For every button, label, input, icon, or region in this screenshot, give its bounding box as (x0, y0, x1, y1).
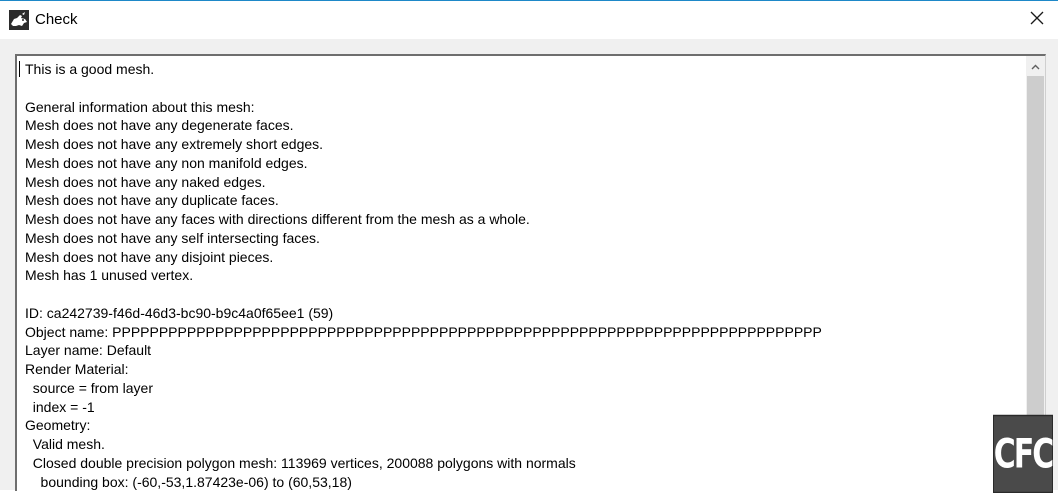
report-text: This is a good mesh. General information … (25, 60, 1015, 491)
report-line: Mesh does not have any extremely short e… (25, 136, 324, 152)
chevron-up-icon (1031, 57, 1040, 75)
report-line (25, 79, 1015, 98)
report-line: Mesh does not have any self intersecting… (25, 229, 320, 246)
cfc-watermark-logo: CFC (993, 414, 1054, 493)
report-line: Geometry: (25, 417, 91, 434)
report-line: index = -1 (25, 398, 95, 415)
report-line: This is a good mesh. (25, 61, 155, 77)
report-line: Mesh has 1 unused vertex. (25, 267, 194, 284)
report-line: Mesh does not have any naked edges. (25, 173, 266, 190)
report-line: Object name: PPPPPPPPPPPPPPPPPPPPPPPPPPP… (25, 323, 822, 340)
report-line: ID: ca242739-f46d-46d3-bc90-b9c4a0f65ee1… (25, 304, 334, 321)
report-line: Closed double precision polygon mesh: 11… (25, 454, 576, 471)
report-line: bounding box: (-60,-53,1.87423e-06) to (… (25, 473, 352, 490)
report-line: Valid mesh. (25, 436, 105, 452)
report-line: Mesh does not have any faces with direct… (25, 211, 530, 227)
window-title: Check (35, 11, 78, 28)
close-button[interactable] (1024, 7, 1050, 33)
report-line: General information about this mesh: (25, 98, 255, 115)
report-line: Mesh does not have any non manifold edge… (25, 154, 308, 171)
report-line: Mesh does not have any duplicate faces. (25, 192, 279, 209)
title-bar[interactable]: Check (0, 1, 1058, 39)
report-textbox[interactable]: This is a good mesh. General information … (15, 54, 1046, 491)
rhino-icon (9, 10, 29, 30)
report-line: Mesh does not have any degenerate faces. (25, 117, 294, 134)
check-dialog: Check This is a good mesh. General inform… (0, 0, 1058, 493)
text-caret (19, 61, 20, 77)
close-icon (1030, 11, 1044, 30)
report-line: Mesh does not have any disjoint pieces. (25, 248, 274, 265)
report-line: Layer name: Default (25, 342, 152, 359)
scroll-up-button[interactable] (1026, 56, 1045, 76)
report-line: Render Material: (25, 361, 129, 377)
report-line (25, 285, 1015, 304)
report-line: source = from layer (25, 379, 153, 396)
